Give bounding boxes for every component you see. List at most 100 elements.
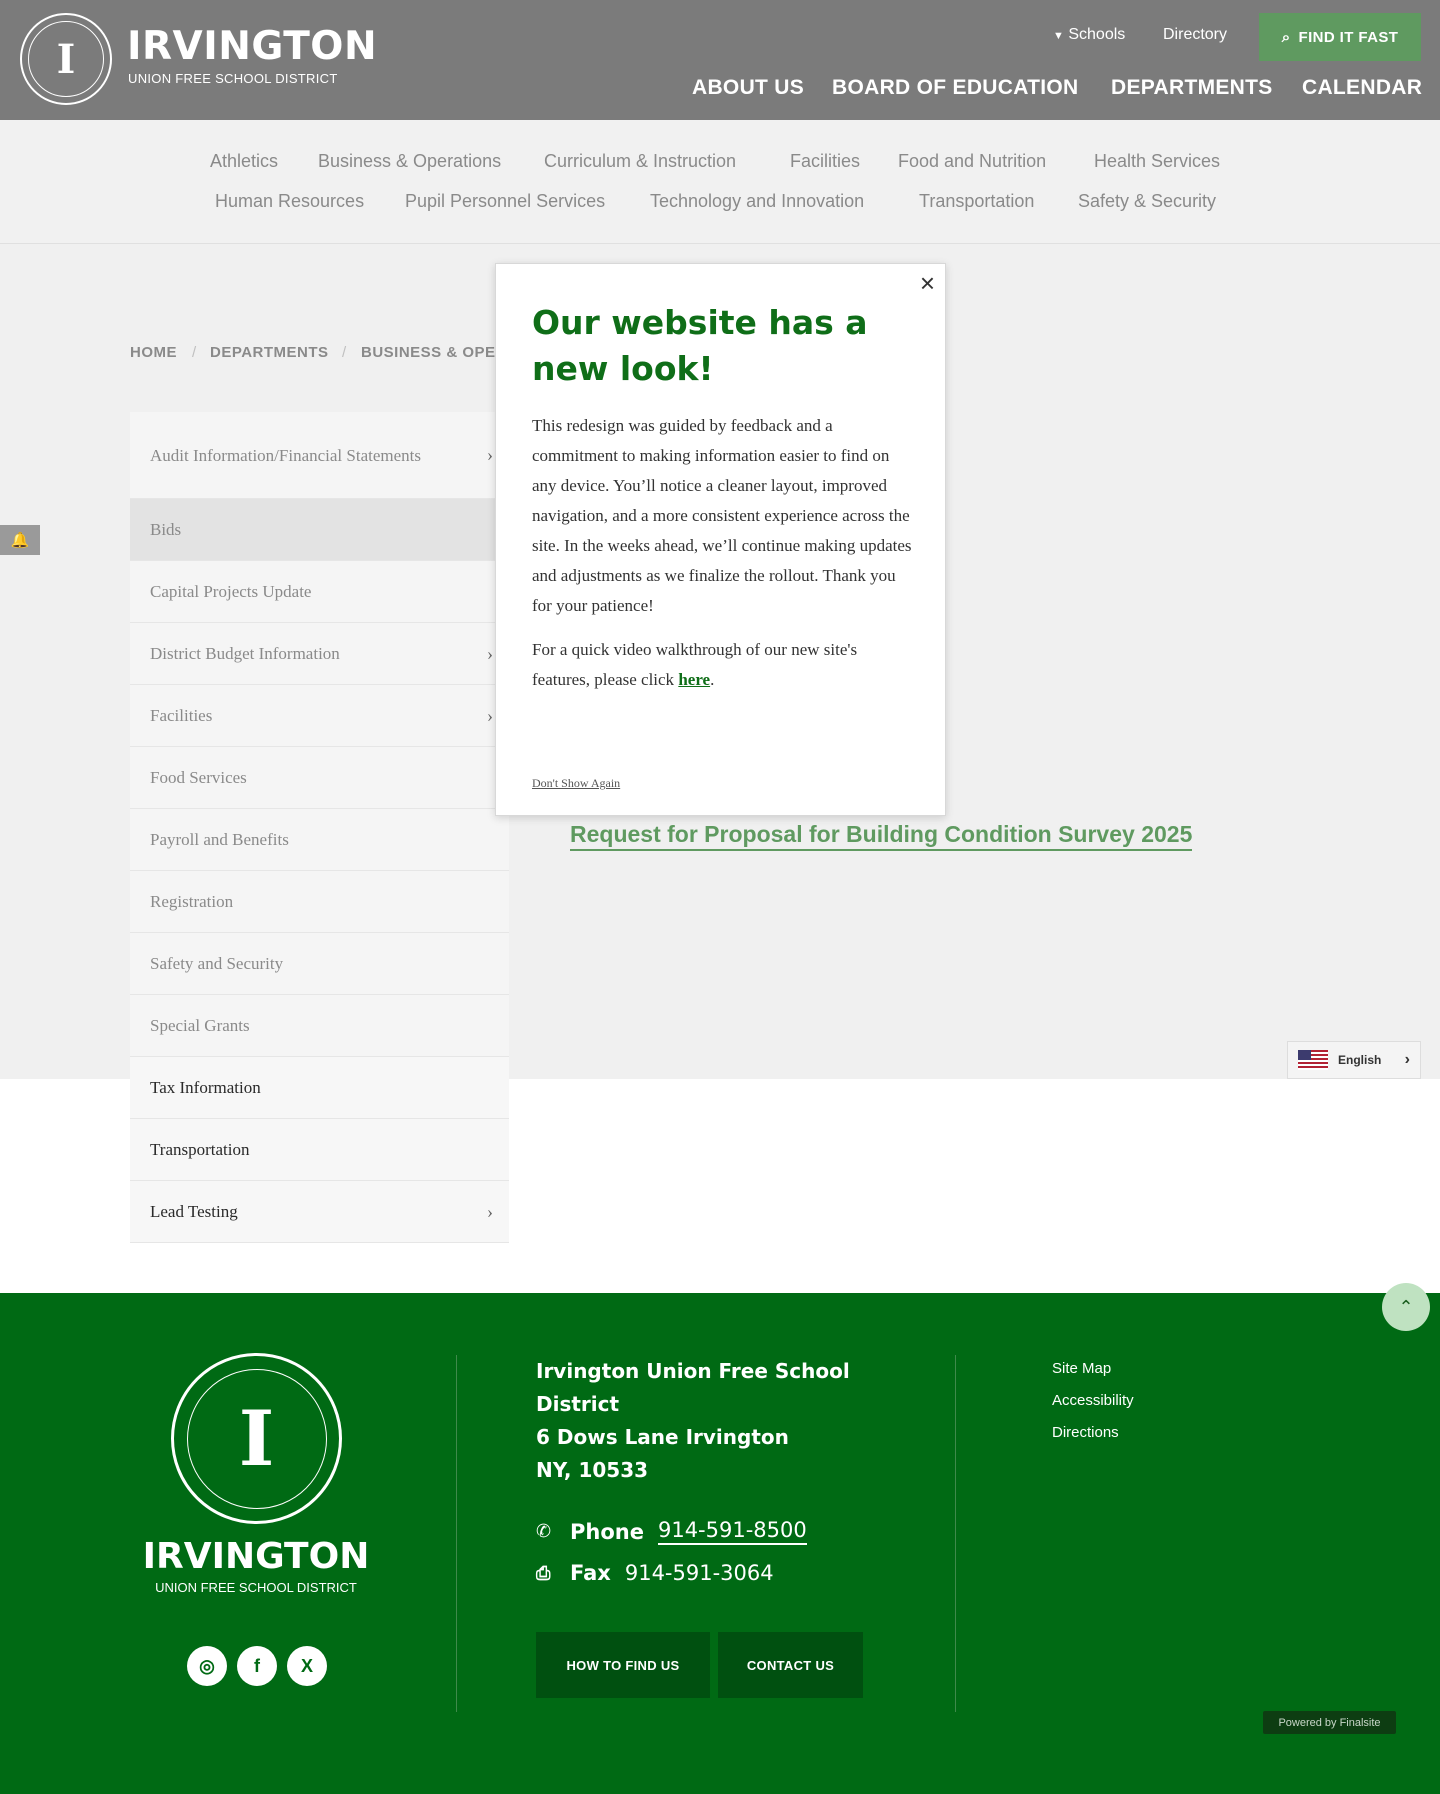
notification-bell-icon[interactable]: 🔔 [0,525,40,555]
phone-icon: ✆ [536,1521,552,1542]
footer-brand-name: IRVINGTON [142,1536,370,1577]
subnav-food-nutrition[interactable]: Food and Nutrition [898,151,1046,172]
subnav-pupil-personnel[interactable]: Pupil Personnel Services [405,191,605,212]
directory-link[interactable]: Directory [1163,26,1227,44]
subnav-athletics[interactable]: Athletics [210,151,278,172]
chevron-up-icon: ⌃ [1398,1296,1414,1317]
brand-name[interactable]: IRVINGTON [127,24,377,69]
footer-link-accessibility[interactable]: Accessibility [1052,1392,1134,1409]
footer-brand-subtitle: UNION FREE SCHOOL DISTRICT [155,1580,357,1595]
chevron-right-icon: › [487,444,493,465]
chevron-right-icon: › [1404,1051,1410,1068]
subnav-human-resources[interactable]: Human Resources [215,191,364,212]
footer-link-directions[interactable]: Directions [1052,1424,1119,1441]
how-to-find-us-button[interactable]: HOW TO FIND US [536,1632,710,1698]
rfp-building-survey-link[interactable]: Request for Proposal for Building Condit… [570,821,1193,851]
phone-label: Phone [570,1519,644,1544]
sidenav-item-safety-security[interactable]: Safety and Security [130,933,509,995]
x-twitter-icon[interactable]: X [287,1646,327,1686]
schools-dropdown[interactable]: ▼ Schools [1053,26,1125,44]
search-icon: ⌕ [1281,28,1291,46]
caret-down-icon: ▼ [1053,30,1064,42]
footer-phone: ✆ Phone 914-591-8500 [536,1518,807,1545]
back-to-top-button[interactable]: ⌃ [1382,1283,1430,1331]
address-line: 6 Dows Lane Irvington [536,1425,789,1449]
subnav-technology-innovation[interactable]: Technology and Innovation [650,191,864,212]
powered-by-finalsite-badge[interactable]: Powered by Finalsite [1263,1711,1396,1734]
contact-us-button[interactable]: CONTACT US [718,1632,863,1698]
chevron-right-icon: › [487,705,493,725]
subnav-transportation[interactable]: Transportation [919,191,1034,212]
breadcrumb-separator: / [192,344,197,361]
subnav-safety-security[interactable]: Safety & Security [1078,191,1216,212]
sidenav-item-label: Safety and Security [150,953,284,973]
footer-link-site-map[interactable]: Site Map [1052,1360,1111,1377]
footer-address: Irvington Union Free School District 6 D… [536,1355,866,1487]
sidenav-item-facilities[interactable]: Facilities › [130,685,509,747]
sidenav-item-capital-projects[interactable]: Capital Projects Update [130,561,509,623]
language-selector[interactable]: English › [1287,1041,1421,1079]
sidenav-item-label: Bids [150,519,182,539]
sidenav-item-transportation[interactable]: Transportation [130,1119,509,1181]
sidenav-item-lead-testing[interactable]: Lead Testing › [130,1181,509,1243]
breadcrumb-departments[interactable]: DEPARTMENTS [210,344,329,361]
sidenav-item-label: Registration [150,891,234,911]
subnav-facilities[interactable]: Facilities [790,151,860,172]
find-it-fast-button[interactable]: ⌕ FIND IT FAST [1259,13,1421,61]
sidenav-item-label: District Budget Information [150,643,340,663]
video-walkthrough-link[interactable]: here [678,670,710,689]
subnav-health-services[interactable]: Health Services [1094,151,1220,172]
section-sidenav: Audit Information/Financial Statements › … [130,412,509,1243]
dont-show-again-link[interactable]: Don't Show Again [532,776,620,791]
close-icon[interactable]: × [920,270,935,296]
district-logo[interactable]: I [20,13,112,105]
sidenav-item-special-grants[interactable]: Special Grants [130,995,509,1057]
breadcrumb-business-operations[interactable]: BUSINESS & OPER [361,344,507,361]
sidenav-item-label: Food Services [150,767,247,787]
sidenav-item-label: Payroll and Benefits [150,829,289,849]
chevron-right-icon: › [487,643,493,663]
sidenav-item-tax-information[interactable]: Tax Information [130,1057,509,1119]
subnav-curriculum-instruction[interactable]: Curriculum & Instruction [544,151,736,172]
instagram-icon[interactable]: ◎ [187,1646,227,1686]
sidenav-item-audit[interactable]: Audit Information/Financial Statements › [130,412,509,499]
sidenav-item-bids[interactable]: Bids [130,499,509,561]
sidenav-item-label: Lead Testing [150,1201,238,1221]
modal-title: Our website has a new look! [532,303,868,388]
sidenav-item-label: Facilities [150,705,213,725]
logo-emblem-icon: I [28,21,104,97]
subnav-business-operations[interactable]: Business & Operations [318,151,501,172]
sidenav-item-payroll[interactable]: Payroll and Benefits [130,809,509,871]
facebook-icon[interactable]: f [237,1646,277,1686]
footer-divider [955,1355,956,1712]
sidenav-item-label: Special Grants [150,1015,250,1035]
nav-departments[interactable]: DEPARTMENTS [1111,76,1273,100]
department-subnav: Athletics Business & Operations Curricul… [0,120,1440,244]
nav-about-us[interactable]: ABOUT US [692,76,804,100]
find-it-fast-label: FIND IT FAST [1298,28,1399,46]
footer-district-logo[interactable]: I [171,1353,342,1524]
sidenav-item-registration[interactable]: Registration [130,871,509,933]
modal-paragraph-video: For a quick video walkthrough of our new… [532,635,917,695]
logo-emblem-icon: I [186,1368,327,1509]
fax-label: Fax [570,1561,611,1585]
nav-calendar[interactable]: CALENDAR [1302,76,1422,100]
brand-subtitle: UNION FREE SCHOOL DISTRICT [128,71,338,86]
fax-icon: ⎙ [536,1562,551,1584]
sidenav-item-district-budget[interactable]: District Budget Information › [130,623,509,685]
sidenav-item-label: Capital Projects Update [150,581,312,601]
address-line: Irvington Union Free School District [536,1359,850,1416]
nav-board-of-education[interactable]: BOARD OF EDUCATION [832,76,1079,100]
sidenav-item-label: Audit Information/Financial Statements [150,445,422,465]
modal-body: This redesign was guided by feedback and… [532,411,917,695]
phone-number-link[interactable]: 914-591-8500 [657,1518,807,1545]
sidenav-item-food-services[interactable]: Food Services [130,747,509,809]
schools-label: Schools [1068,26,1126,43]
sidenav-item-label: Transportation [150,1139,250,1159]
sidenav-item-label: Tax Information [150,1077,261,1097]
modal-paragraph: This redesign was guided by feedback and… [532,416,912,615]
breadcrumb-home[interactable]: HOME [130,344,177,361]
language-label: English [1338,1053,1382,1067]
new-look-modal: × Our website has a new look! This redes… [495,263,946,816]
footer-divider [456,1355,457,1712]
